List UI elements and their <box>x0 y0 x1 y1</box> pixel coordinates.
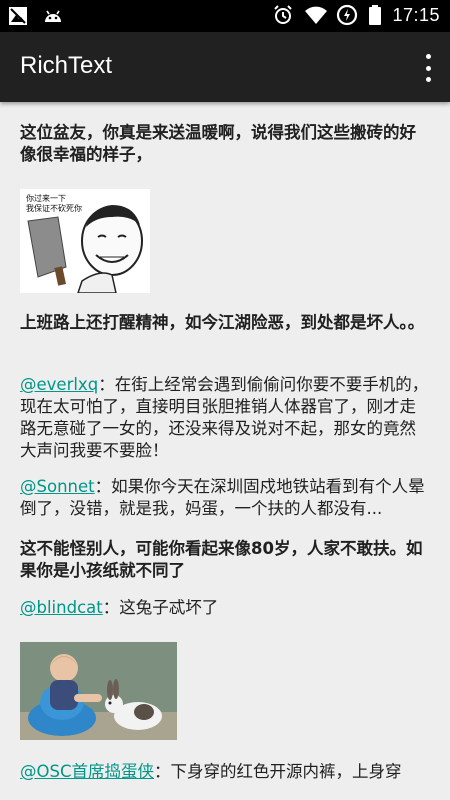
app-bar: RichText <box>0 32 450 102</box>
more-vertical-icon[interactable] <box>420 54 436 82</box>
data-saver-icon <box>336 4 358 26</box>
mention-link[interactable]: @Sonnet <box>20 477 95 496</box>
mention-link[interactable]: @OSC首席捣蛋侠 <box>20 762 154 781</box>
meme-caption-2: 我保证不砍死你 <box>26 203 82 213</box>
comment-item: @OSC首席捣蛋侠：下身穿的红色开源内裤，上身穿 <box>20 761 432 783</box>
battery-icon <box>368 4 382 26</box>
baby-rabbit-image[interactable] <box>20 642 177 740</box>
post-text: 这不能怪别人，可能你看起来像80岁，人家不敢扶。如果你是小孩纸就不同了 <box>20 539 423 580</box>
post-text: 这位盆友，你真是来送温暖啊，说得我们这些搬砖的好像很幸福的样子， <box>20 123 416 164</box>
meme-image[interactable]: 你过来一下 我保证不砍死你 <box>20 189 150 293</box>
rich-text-content: 这位盆友，你真是来送温暖啊，说得我们这些搬砖的好像很幸福的样子， 你过来一下 我… <box>20 102 432 800</box>
meme-caption-1: 你过来一下 <box>26 193 66 203</box>
mention-link[interactable]: @blindcat <box>20 598 103 617</box>
wifi-icon <box>304 4 328 26</box>
status-bar: 17:15 <box>0 0 450 32</box>
clock-time: 17:15 <box>392 4 440 25</box>
image-icon <box>8 6 30 28</box>
comment-item: @everlxq：在街上经常会遇到偷偷问你要不要手机的，现在太可怕了，直接明目张… <box>20 374 430 462</box>
mention-link[interactable]: @everlxq <box>20 375 98 394</box>
alarm-icon <box>272 4 294 26</box>
comment-item: @Sonnet：如果你今天在深圳固戍地铁站看到有个人晕倒了，没错，就是我，妈蛋，… <box>20 476 430 520</box>
android-icon <box>42 6 64 28</box>
comment-text: ：这兔子忒坏了 <box>102 598 219 617</box>
comment-item: @blindcat：这兔子忒坏了 <box>20 597 430 619</box>
comment-text: ：下身穿的红色开源内裤，上身穿 <box>153 762 402 781</box>
app-title: RichText <box>20 52 113 79</box>
post-text: 上班路上还打醒精神，如今江湖险恶，到处都是坏人。。 <box>20 313 425 332</box>
